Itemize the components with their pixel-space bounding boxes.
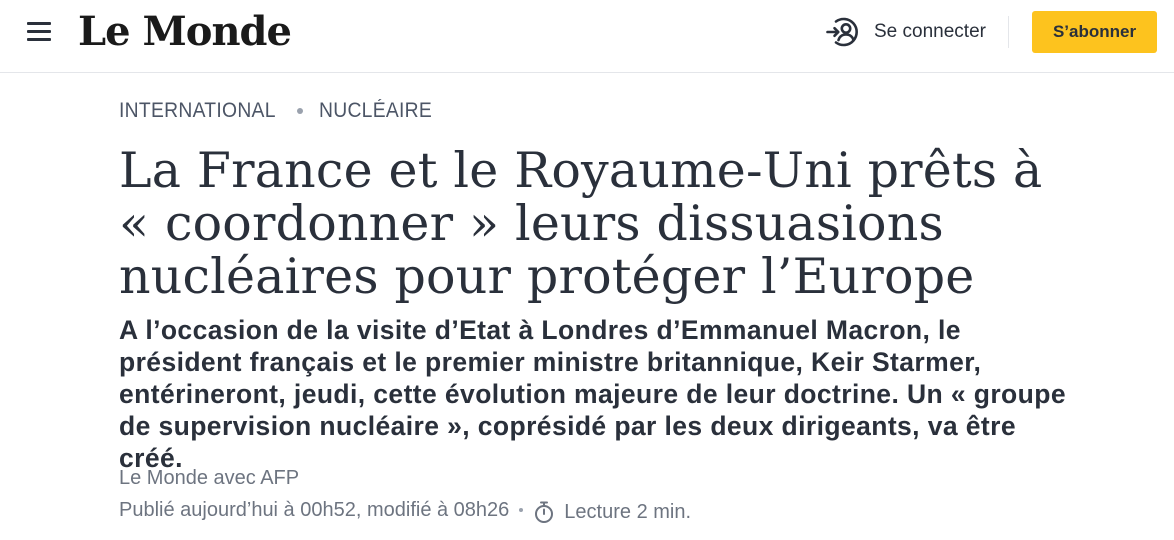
site-logo[interactable]: Le Monde (78, 6, 292, 58)
meta-separator (519, 508, 524, 512)
breadcrumb-item-international[interactable]: INTERNATIONAL (119, 99, 276, 123)
breadcrumb-separator (297, 108, 304, 114)
breadcrumb-item-nucleaire[interactable]: NUCLÉAIRE (319, 99, 432, 123)
article-author: Le Monde avec AFP (119, 467, 300, 489)
article-meta: Publié aujourd’hui à 00h52, modifié à 08… (119, 496, 691, 524)
hamburger-menu-icon[interactable] (22, 16, 56, 48)
login-label: Se connecter (874, 21, 986, 42)
site-header: Le Monde Se connecter S’abonner (0, 0, 1174, 73)
user-circle-login-icon (826, 17, 858, 47)
stopwatch-icon (535, 501, 554, 523)
login-button[interactable]: Se connecter (826, 14, 986, 50)
breadcrumb: INTERNATIONAL NUCLÉAIRE (119, 99, 442, 123)
article-headline: La France et le Royaume-Uni prêts à « co… (119, 142, 1043, 305)
header-divider (1008, 16, 1009, 48)
subscribe-button[interactable]: S’abonner (1032, 11, 1157, 53)
reading-time: Lecture 2 min. (564, 500, 692, 523)
article-standfirst: A l’occasion de la visite d’Etat à Londr… (119, 315, 1066, 473)
publication-date: Publié aujourd’hui à 00h52, modifié à 08… (119, 498, 510, 521)
